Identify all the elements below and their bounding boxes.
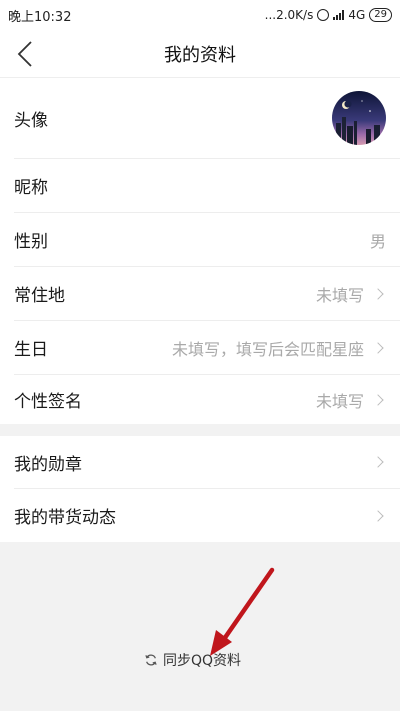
network-speed: ...2.0K/s: [264, 8, 314, 22]
chevron-right-icon: [372, 393, 384, 406]
birthday-label: 生日: [14, 340, 48, 360]
nickname-label: 昵称: [14, 178, 48, 198]
status-time: 晚上10:32: [8, 9, 72, 25]
gender-value: 男: [369, 231, 386, 251]
row-gender[interactable]: 性别 男: [0, 213, 400, 266]
row-avatar[interactable]: 头像: [0, 78, 400, 158]
row-birthday[interactable]: 生日 未填写，填写后会匹配星座: [0, 321, 400, 374]
medals-chevron-group: [370, 456, 386, 468]
activity-label: 我的带货动态: [14, 508, 116, 528]
alarm-clock-icon: [317, 9, 330, 21]
sync-icon: [145, 654, 157, 666]
residence-value-group: 未填写: [316, 282, 386, 306]
birthday-value-group: 未填写，填写后会匹配星座: [172, 336, 386, 360]
signal-strength-icon: [333, 10, 345, 20]
medals-label: 我的勋章: [14, 454, 82, 475]
nav-bar: 我的资料: [0, 30, 400, 78]
row-nickname[interactable]: 昵称: [0, 159, 400, 212]
birthday-value: 未填写，填写后会匹配星座: [171, 339, 364, 359]
more-section: 我的勋章 我的带货动态: [0, 436, 400, 542]
back-button[interactable]: [10, 38, 40, 70]
chevron-right-icon: [372, 341, 384, 354]
chevron-right-icon: [372, 287, 384, 300]
signature-value: 未填写: [315, 391, 364, 411]
avatar-label: 头像: [14, 110, 48, 131]
page-title: 我的资料: [164, 44, 236, 66]
back-arrow-icon: [17, 41, 32, 67]
row-signature[interactable]: 个性签名 未填写: [0, 375, 400, 424]
status-icons: ...2.0K/s 4G 29: [265, 8, 392, 22]
avatar[interactable]: [332, 91, 386, 145]
signature-label: 个性签名: [14, 392, 82, 412]
chevron-right-icon: [372, 456, 384, 468]
profile-section: 头像 昵称 性别 男 常住地 未填写 生日 未填写，填写后会匹配星座 个性签名 …: [0, 78, 400, 424]
row-activity[interactable]: 我的带货动态: [0, 489, 400, 542]
network-type: 4G: [348, 8, 366, 22]
battery-level: 29: [374, 9, 387, 20]
signature-value-group: 未填写: [316, 388, 386, 412]
residence-label: 常住地: [14, 286, 65, 306]
chevron-right-icon: [372, 509, 384, 522]
activity-chevron-group: [370, 509, 386, 522]
row-medals[interactable]: 我的勋章: [0, 436, 400, 488]
row-residence[interactable]: 常住地 未填写: [0, 267, 400, 320]
avatar-image: [332, 91, 386, 145]
annotation-arrow: [210, 567, 275, 656]
battery-icon: 29: [369, 8, 392, 22]
residence-value: 未填写: [315, 285, 364, 305]
status-bar: 晚上10:32 ...2.0K/s 4G 29: [0, 0, 400, 30]
gender-label: 性别: [14, 232, 48, 252]
